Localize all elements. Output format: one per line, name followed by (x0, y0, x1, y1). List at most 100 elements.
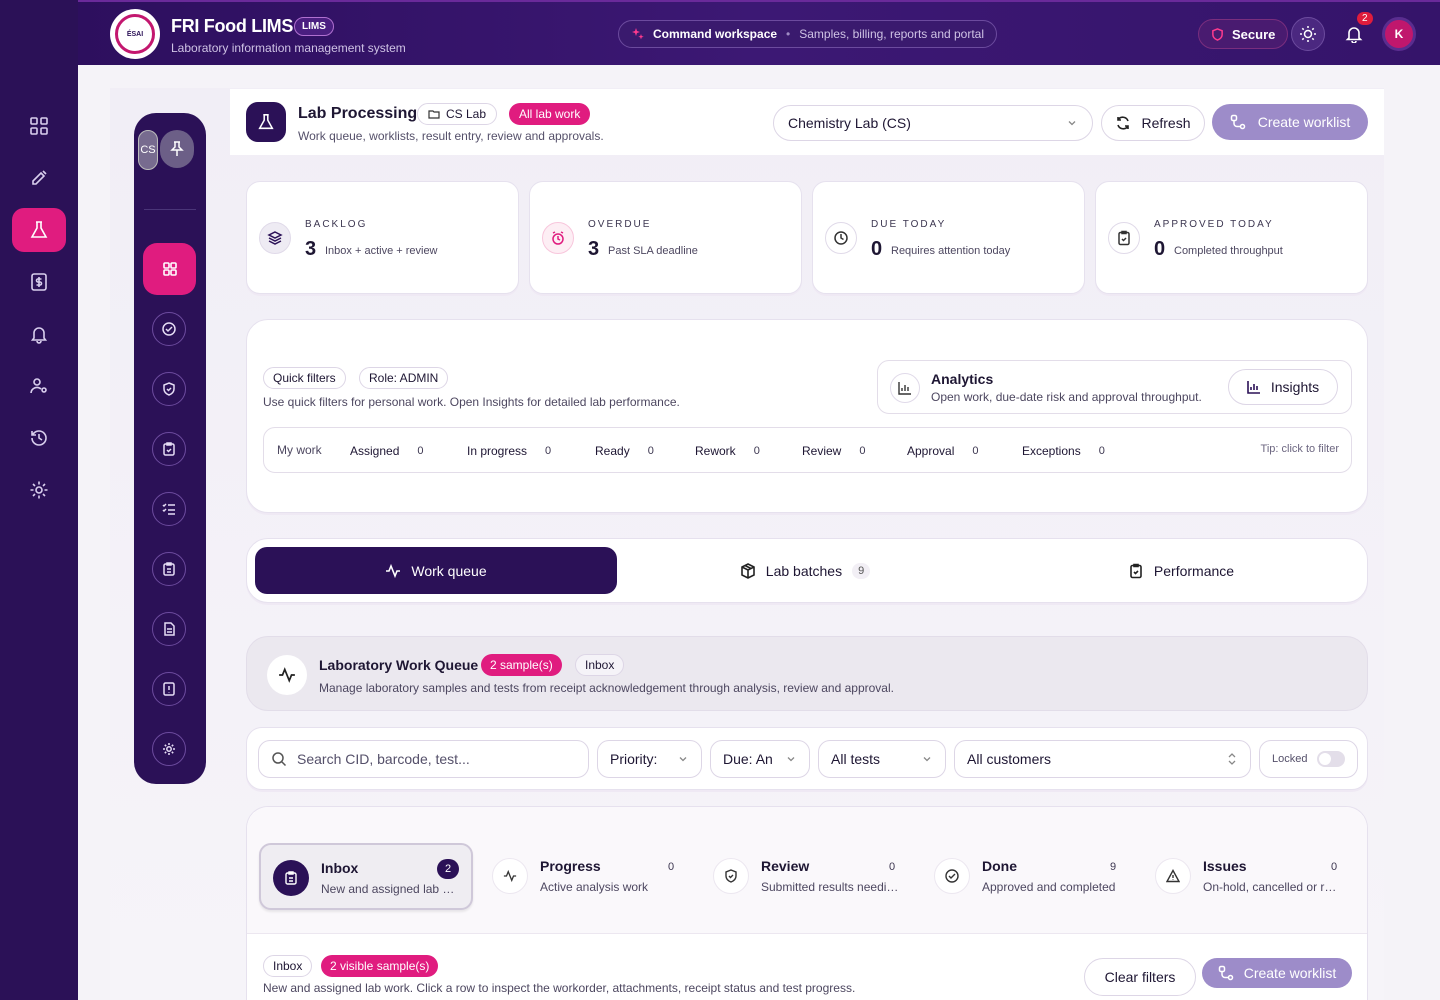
analytics-desc: Open work, due-date risk and approval th… (931, 390, 1202, 404)
search-input[interactable]: Search CID, barcode, test... (258, 740, 589, 778)
stage-title: Issues (1203, 858, 1247, 874)
filter-approval[interactable]: Approval 0 (895, 436, 991, 466)
lab-code-toggle[interactable]: CS (138, 130, 158, 170)
user-avatar[interactable]: K (1382, 17, 1416, 51)
workflow-stages: Inbox New and assigned lab work 2 Progre… (246, 806, 1368, 1000)
filter-ready[interactable]: Ready 0 (583, 436, 666, 466)
refresh-icon (1115, 115, 1131, 131)
stage-progress[interactable]: Progress Active analysis work 0 (480, 843, 694, 910)
theme-toggle-button[interactable] (1291, 17, 1325, 51)
search-icon (271, 751, 287, 767)
filters-help-text: Use quick filters for personal work. Ope… (263, 395, 680, 409)
refresh-button[interactable]: Refresh (1101, 105, 1205, 141)
syringe-icon[interactable] (12, 156, 66, 200)
stat-desc: Requires attention today (891, 245, 1011, 257)
filter-tip: Tip: click to filter (1260, 443, 1339, 455)
customers-value: All customers (967, 751, 1052, 767)
tests-select[interactable]: All tests (818, 740, 946, 778)
stage-inbox[interactable]: Inbox New and assigned lab work 2 (259, 843, 473, 910)
subnav-reports[interactable] (152, 612, 186, 646)
dashboard-icon[interactable] (12, 104, 66, 148)
flask-icon[interactable] (12, 208, 66, 252)
clipboard-check-icon (162, 442, 176, 456)
subnav-completed[interactable] (152, 312, 186, 346)
filter-label: Ready (595, 444, 630, 458)
bell-icon[interactable] (12, 312, 66, 356)
filter-label: Exceptions (1022, 444, 1081, 458)
separator-dot: • (786, 27, 791, 41)
secure-badge[interactable]: Secure (1198, 19, 1289, 49)
create-worklist-label: Create worklist (1243, 965, 1337, 981)
work-queue-title: Laboratory Work Queue (319, 657, 479, 673)
stat-overdue[interactable]: OVERDUE 3 Past SLA deadline (529, 181, 802, 294)
tab-count: 9 (852, 562, 871, 579)
chevron-down-icon (677, 753, 689, 765)
settings-icon[interactable] (12, 468, 66, 512)
filter-rework[interactable]: Rework 0 (683, 436, 772, 466)
subnav-results[interactable] (152, 552, 186, 586)
bar-chart-icon (890, 373, 920, 403)
command-workspace[interactable]: Command workspace • Samples, billing, re… (618, 20, 998, 48)
stage-issues[interactable]: Issues On-hold, cancelled or rejected 0 (1143, 843, 1357, 910)
activity-icon (492, 858, 528, 894)
check-circle-icon (934, 858, 970, 894)
filter-assigned[interactable]: Assigned 0 (338, 436, 436, 466)
filter-count: 0 (972, 445, 979, 457)
warning-icon (1155, 858, 1191, 894)
subnav-review[interactable] (152, 372, 186, 406)
clock-icon (825, 222, 857, 254)
work-queue-desc: Manage laboratory samples and tests from… (319, 681, 894, 695)
insights-button[interactable]: Insights (1228, 369, 1338, 405)
stage-review[interactable]: Review Submitted results needing review … (701, 843, 915, 910)
quick-filters-chip[interactable]: Quick filters (263, 367, 346, 389)
lab-subnav: CS (134, 113, 206, 784)
billing-icon[interactable] (12, 260, 66, 304)
app-logo[interactable]: ÉSAI (110, 9, 160, 59)
history-icon[interactable] (12, 416, 66, 460)
page-header: Lab Processing CS Lab All lab work Work … (230, 89, 1384, 155)
customers-select[interactable]: All customers (954, 740, 1251, 778)
tab-lab-batches[interactable]: Lab batches 9 (617, 547, 993, 594)
stat-due-today[interactable]: DUE TODAY 0 Requires attention today (812, 181, 1085, 294)
locked-toggle[interactable]: Locked (1259, 740, 1358, 778)
search-filter-bar: Search CID, barcode, test... Priority: D… (246, 727, 1368, 790)
stage-desc: Submitted results needing review (761, 880, 901, 894)
role-chip[interactable]: Role: ADMIN (359, 367, 449, 389)
create-worklist-label: Create worklist (1257, 114, 1351, 130)
inbox-panel-desc: New and assigned lab work. Click a row t… (263, 981, 856, 995)
filter-in-progress[interactable]: In progress 0 (455, 436, 564, 466)
stage-count: 9 (1109, 861, 1117, 873)
analytics-card: Analytics Open work, due-date risk and a… (877, 360, 1352, 414)
stat-backlog[interactable]: BACKLOG 3 Inbox + active + review (246, 181, 519, 294)
subnav-dashboard[interactable] (143, 243, 196, 295)
pin-button[interactable] (160, 130, 194, 168)
priority-select[interactable]: Priority: (597, 740, 702, 778)
tab-work-queue[interactable]: Work queue (255, 547, 617, 594)
filter-count: 0 (859, 445, 866, 457)
due-select[interactable]: Due: An (710, 740, 810, 778)
stage-done[interactable]: Done Approved and completed 9 (922, 843, 1136, 910)
filter-exceptions[interactable]: Exceptions 0 (1010, 436, 1117, 466)
stage-count: 0 (667, 861, 675, 873)
cs-lab-chip[interactable]: CS Lab (417, 103, 498, 125)
clipboard-check-icon (1108, 222, 1140, 254)
stat-approved-today[interactable]: APPROVED TODAY 0 Completed throughput (1095, 181, 1368, 294)
locked-label: Locked (1272, 753, 1308, 765)
users-settings-icon[interactable] (12, 364, 66, 408)
visible-samples-chip: 2 visible sample(s) (321, 955, 439, 977)
filter-label: In progress (467, 444, 528, 458)
create-worklist-button[interactable]: Create worklist (1202, 958, 1352, 988)
create-worklist-button[interactable]: Create worklist (1212, 104, 1368, 140)
clear-filters-button[interactable]: Clear filters (1084, 958, 1196, 996)
subnav-worklists[interactable] (152, 492, 186, 526)
dashboard-icon (162, 261, 178, 277)
subnav-issues[interactable] (152, 672, 186, 706)
tab-performance[interactable]: Performance (993, 547, 1369, 594)
filter-count: 0 (545, 445, 552, 457)
subnav-settings[interactable] (152, 732, 186, 766)
lab-select[interactable]: Chemistry Lab (CS) (773, 105, 1093, 141)
filter-review[interactable]: Review 0 (790, 436, 878, 466)
all-lab-work-chip[interactable]: All lab work (509, 103, 591, 125)
toggle-switch[interactable] (1317, 751, 1345, 767)
subnav-approval[interactable] (152, 432, 186, 466)
